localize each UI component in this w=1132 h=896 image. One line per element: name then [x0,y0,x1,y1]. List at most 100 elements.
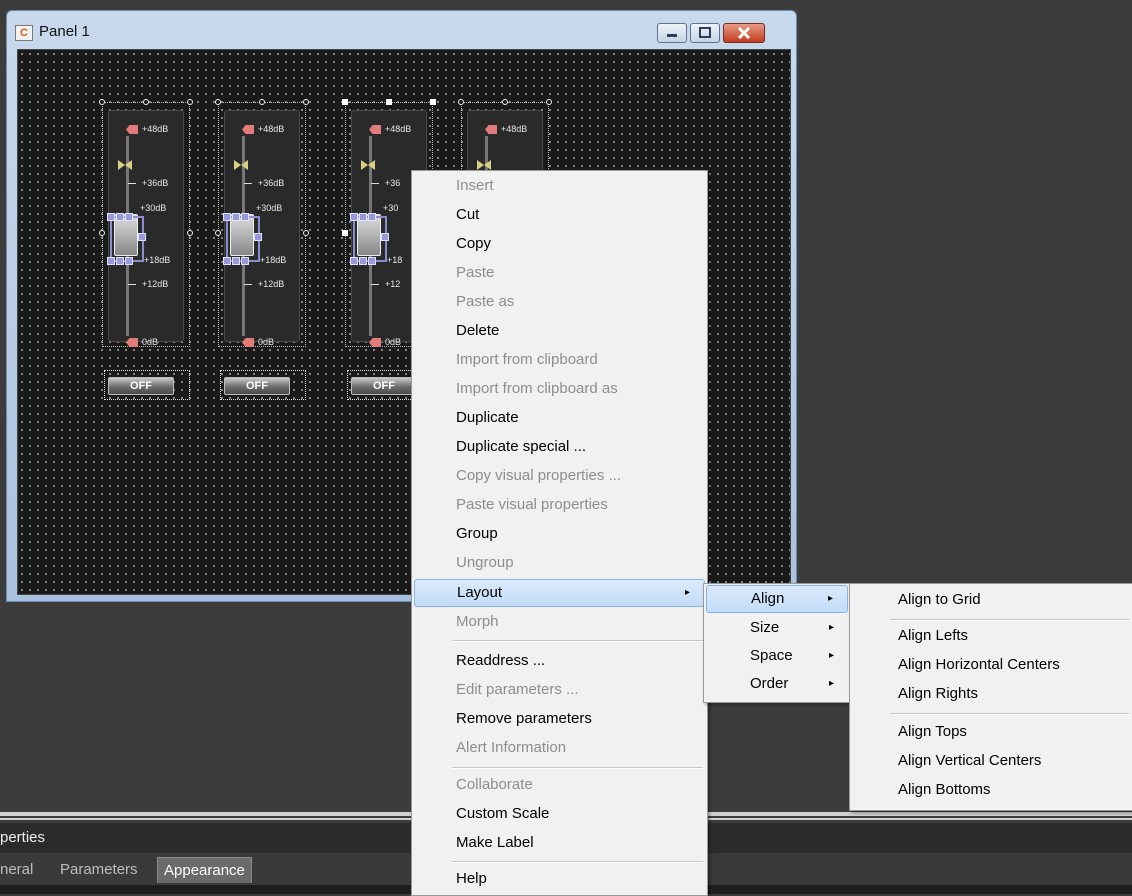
submenu-item-space[interactable]: Space ▸ [706,642,848,670]
selection-handle[interactable] [187,230,193,236]
scale-label: +48dB [385,124,412,134]
menu-item-duplicate-special[interactable]: Duplicate special ... [414,433,705,461]
menu-separator [452,767,703,769]
menu-item-edit-parameters[interactable]: Edit parameters ... [414,676,705,704]
menu-item-remove-parameters[interactable]: Remove parameters [414,705,705,733]
scale-label: +48dB [258,124,285,134]
menu-item-paste[interactable]: Paste [414,259,705,287]
submenu-arrow-icon: ▸ [684,587,690,598]
scale-label: 0dB [385,337,402,347]
scale-label: +18 [387,255,403,265]
menu-item-insert[interactable]: Insert [414,172,705,200]
close-button[interactable] [723,23,765,43]
scale-label: +36dB [142,178,169,188]
submenu-arrow-icon: ▸ [828,622,834,633]
minimize-button[interactable] [657,23,687,43]
fader-control[interactable]: +48dB +36dB +30dB +18dB +12dB 0dB OFF [215,99,309,402]
scale-label: +18dB [260,255,287,265]
align-submenu: Align to Grid Align Lefts Align Horizont… [849,583,1132,811]
menu-item-label: Space [750,647,793,664]
menu-item-label: Size [750,619,780,636]
selection-handle[interactable] [303,230,309,236]
scale-label: +30 [383,203,399,213]
scale-label: +18dB [144,255,171,265]
menu-item-custom-scale[interactable]: Custom Scale [414,800,705,828]
layout-submenu: Align ▸ Size ▸ Space ▸ Order ▸ [703,583,851,703]
menu-item-align-rights[interactable]: Align Rights [852,680,1131,708]
scale-label: +48dB [142,124,169,134]
maximize-button[interactable] [690,23,720,43]
selection-handle[interactable] [143,99,149,105]
scale-label: +12 [385,279,401,289]
scale-label: +12dB [142,279,169,289]
menu-item-align-to-grid[interactable]: Align to Grid [852,586,1131,614]
selection-handle[interactable] [430,99,436,105]
tab-general[interactable]: neral [0,857,33,883]
selection-handle[interactable] [99,99,105,105]
submenu-item-order[interactable]: Order ▸ [706,670,848,698]
selection-handle[interactable] [502,99,508,105]
menu-separator [890,619,1129,621]
menu-item-duplicate[interactable]: Duplicate [414,404,705,432]
selection-handle[interactable] [386,99,392,105]
menu-item-copy-visual-properties[interactable]: Copy visual properties ... [414,462,705,490]
submenu-item-align[interactable]: Align ▸ [706,585,848,613]
scale-label: +48dB [501,124,528,134]
menu-item-align-bottoms[interactable]: Align Bottoms [852,776,1131,804]
close-icon [737,26,751,40]
menu-separator [452,861,703,863]
menu-item-paste-as[interactable]: Paste as [414,288,705,316]
submenu-arrow-icon: ▸ [828,678,834,689]
menu-item-cut[interactable]: Cut [414,201,705,229]
menu-item-align-tops[interactable]: Align Tops [852,718,1131,746]
menu-item-import-from-clipboard[interactable]: Import from clipboard [414,346,705,374]
fader-control[interactable]: +48dB +36dB +30dB +18dB +12dB 0dB OFF [99,99,193,402]
context-menu: Insert Cut Copy Paste Paste as Delete Im… [411,170,708,896]
menu-item-alert-information[interactable]: Alert Information [414,734,705,762]
selection-handle[interactable] [546,99,552,105]
menu-item-align-vertical-centers[interactable]: Align Vertical Centers [852,747,1131,775]
submenu-arrow-icon: ▸ [828,650,834,661]
menu-item-group[interactable]: Group [414,520,705,548]
menu-item-label: Layout [457,584,503,601]
scale-label: +30dB [256,203,283,213]
selection-handle[interactable] [215,99,221,105]
selection-handle[interactable] [259,99,265,105]
menu-item-collaborate[interactable]: Collaborate [414,771,705,799]
maximize-icon [699,27,711,38]
minimize-icon [667,34,677,37]
selection-handle[interactable] [187,99,193,105]
menu-item-paste-visual-properties[interactable]: Paste visual properties [414,491,705,519]
selection-handle[interactable] [99,230,105,236]
off-button[interactable]: OFF [224,377,290,395]
menu-item-readdress[interactable]: Readdress ... [414,647,705,675]
selection-handle[interactable] [342,99,348,105]
scale-label: 0dB [142,337,159,347]
menu-item-align-horizontal-centers[interactable]: Align Horizontal Centers [852,651,1131,679]
menu-item-help[interactable]: Help [414,865,705,893]
menu-item-layout[interactable]: Layout ▸ [414,579,705,607]
submenu-arrow-icon: ▸ [827,593,833,604]
submenu-item-size[interactable]: Size ▸ [706,614,848,642]
menu-item-copy[interactable]: Copy [414,230,705,258]
menu-item-morph[interactable]: Morph [414,608,705,636]
menu-item-delete[interactable]: Delete [414,317,705,345]
title-bar[interactable]: C Panel 1 [7,11,796,47]
tab-parameters[interactable]: Parameters [60,857,138,883]
window-title: Panel 1 [39,23,90,40]
menu-item-align-lefts[interactable]: Align Lefts [852,622,1131,650]
menu-item-import-from-clipboard-as[interactable]: Import from clipboard as [414,375,705,403]
tab-appearance[interactable]: Appearance [157,857,252,883]
selection-handle[interactable] [458,99,464,105]
scale-label: +30dB [140,203,167,213]
selection-handle[interactable] [303,99,309,105]
menu-item-label: Order [750,675,789,692]
menu-item-ungroup[interactable]: Ungroup [414,549,705,577]
app-icon: C [15,25,33,41]
scale-label: +36 [385,178,401,188]
selection-handle[interactable] [342,230,348,236]
menu-item-make-label[interactable]: Make Label [414,829,705,857]
selection-handle[interactable] [215,230,221,236]
off-button[interactable]: OFF [351,377,417,395]
off-button[interactable]: OFF [108,377,174,395]
